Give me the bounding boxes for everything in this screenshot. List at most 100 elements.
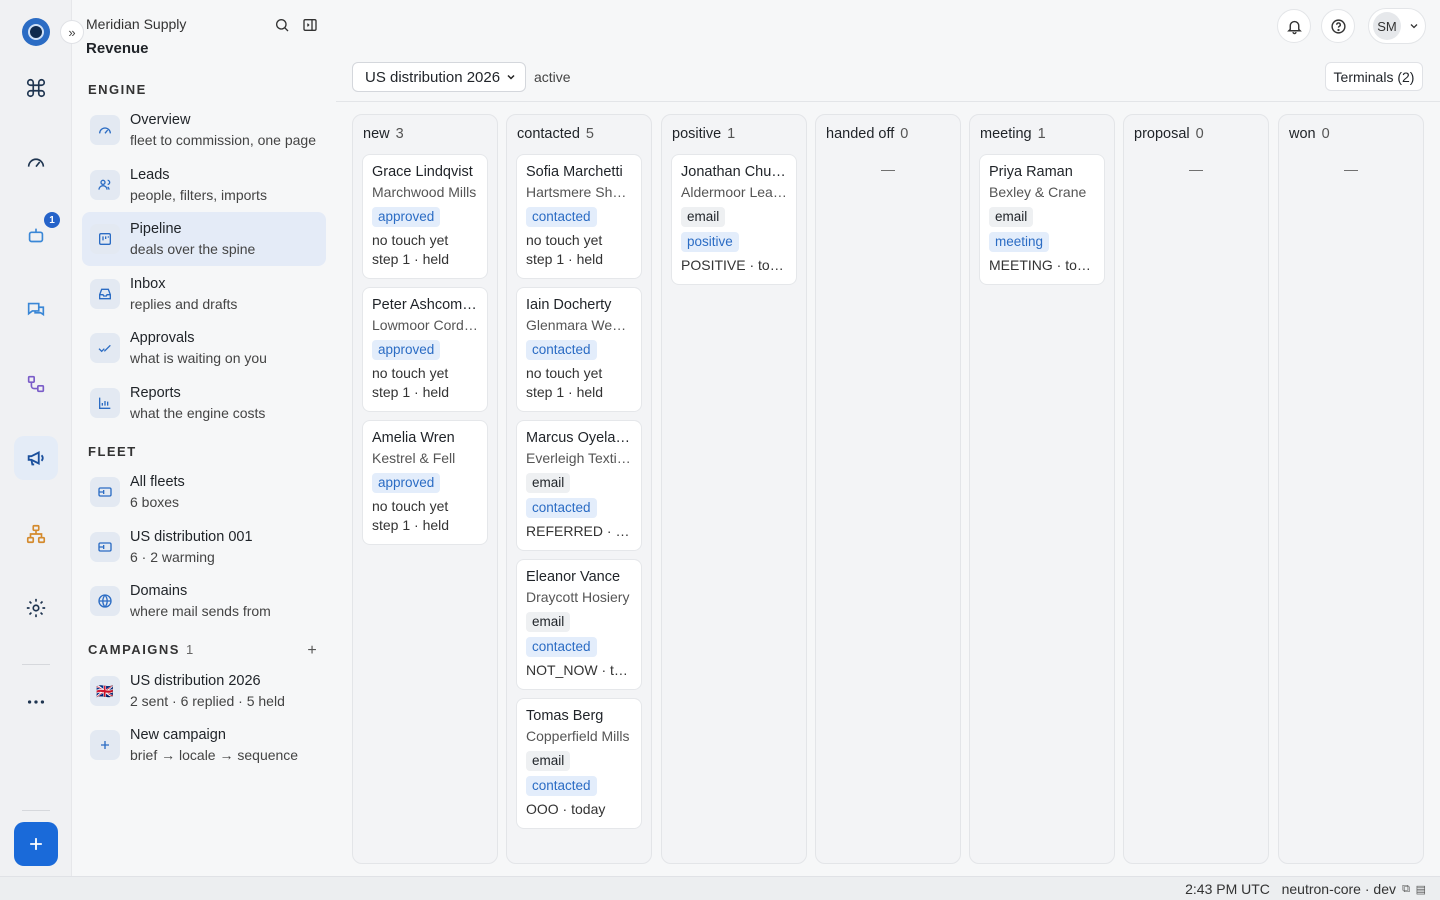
lead-card[interactable]: Grace Lindqvist Marchwood Mills approved… bbox=[362, 154, 488, 279]
user-menu[interactable]: SM bbox=[1368, 8, 1426, 44]
sidebar: Meridian Supply Revenue ENGINE Overview f… bbox=[72, 0, 336, 876]
nav-subtitle: where mail sends from bbox=[130, 602, 271, 619]
more-icon[interactable] bbox=[14, 680, 58, 724]
org-chart-icon[interactable] bbox=[14, 512, 58, 556]
lead-reply: NOT_NOW · today bbox=[526, 662, 632, 678]
command-icon[interactable] bbox=[14, 66, 58, 110]
nav-subtitle: what the engine costs bbox=[130, 404, 266, 421]
nav-title: All fleets bbox=[130, 473, 185, 490]
bell-icon[interactable] bbox=[1277, 9, 1311, 43]
nav-title: US distribution 2026 bbox=[130, 672, 261, 689]
lead-name: Peter Ashcombe bbox=[372, 297, 478, 313]
gauge-icon[interactable] bbox=[14, 140, 58, 184]
status-bar: 2:43 PM UTC neutron-core · dev ⧉ ▤ bbox=[0, 876, 1440, 900]
lead-name: Grace Lindqvist bbox=[372, 164, 473, 180]
add-campaign-icon[interactable]: + bbox=[304, 642, 320, 660]
help-icon[interactable] bbox=[1321, 9, 1355, 43]
lead-card[interactable]: Priya Raman Bexley & Crane email meeting… bbox=[979, 154, 1105, 285]
status-badge: positive bbox=[681, 232, 739, 252]
chevron-down-icon bbox=[507, 74, 515, 80]
flag-icon: 🇬🇧 bbox=[90, 676, 120, 706]
nav-reports[interactable]: Reports what the engine costs bbox=[82, 376, 326, 430]
column-count: 1 bbox=[1037, 126, 1046, 142]
lead-name: Iain Docherty bbox=[526, 297, 612, 313]
megaphone-icon[interactable] bbox=[14, 436, 58, 480]
chevron-down-icon bbox=[1410, 24, 1418, 29]
lead-card[interactable]: Jonathan Chung Aldermoor Leather email p… bbox=[671, 154, 797, 285]
status-badge: contacted bbox=[526, 207, 597, 227]
lead-step: step 1 · held bbox=[372, 384, 450, 400]
nav-subtitle: 6 boxes bbox=[130, 493, 180, 510]
nav-us-distribution-001[interactable]: US distribution 001 6 · 2 warming bbox=[82, 520, 326, 574]
search-icon[interactable] bbox=[271, 14, 293, 36]
column-new: new 3 Grace Lindqvist Marchwood Mills app… bbox=[352, 114, 498, 864]
nav-subtitle: what is waiting on you bbox=[130, 349, 267, 366]
nav-inbox[interactable]: Inbox replies and drafts bbox=[82, 267, 326, 321]
lead-step: step 1 · held bbox=[372, 251, 450, 267]
nav-campaign-us-distribution-2026[interactable]: 🇬🇧 US distribution 2026 2 sent · 6 replie… bbox=[82, 664, 326, 718]
lead-company: Marchwood Mills bbox=[372, 184, 477, 200]
column-contacted: contacted 5 Sofia Marchetti Hartsmere Sho… bbox=[506, 114, 652, 864]
campaign-count: 1 bbox=[185, 642, 194, 657]
check-icon bbox=[90, 333, 120, 363]
lead-name: Sofia Marchetti bbox=[526, 164, 623, 180]
lead-card[interactable]: Peter Ashcombe Lowmoor Cordage approved … bbox=[362, 287, 488, 412]
status-badge: meeting bbox=[989, 232, 1050, 252]
nav-all-fleets[interactable]: All fleets 6 boxes bbox=[82, 465, 326, 519]
nav-overview[interactable]: Overview fleet to commission, one page bbox=[82, 103, 326, 157]
copy-icon[interactable]: ⧉ bbox=[1402, 883, 1410, 896]
group-label: CAMPAIGNS bbox=[88, 642, 180, 657]
lead-card[interactable]: Tomas Berg Copperfield Mills email conta… bbox=[516, 698, 642, 829]
lead-name: Eleanor Vance bbox=[526, 569, 621, 585]
column-name: positive bbox=[672, 126, 722, 142]
lead-card[interactable]: Iain Docherty Glenmara Weavers contacted… bbox=[516, 287, 642, 412]
lead-reply: POSITIVE · today bbox=[681, 257, 787, 273]
lead-card[interactable]: Eleanor Vance Draycott Hosiery email con… bbox=[516, 559, 642, 690]
clipboard-icon[interactable]: ▤ bbox=[1416, 883, 1426, 896]
empty-placeholder: — bbox=[881, 161, 895, 177]
lead-name: Priya Raman bbox=[989, 164, 1073, 180]
campaign-select-value: US distribution 2026 bbox=[365, 68, 501, 86]
server-icon bbox=[90, 477, 120, 507]
column-name: won bbox=[1289, 126, 1316, 142]
plus-icon bbox=[90, 730, 120, 760]
notification-badge: 1 bbox=[44, 212, 60, 228]
lead-card[interactable]: Marcus Oyelaran Everleigh Textiles email… bbox=[516, 420, 642, 551]
lead-reply: OOO · today bbox=[526, 801, 606, 817]
rail-divider bbox=[22, 810, 50, 811]
column-header: handed off 0 bbox=[826, 126, 908, 142]
nav-domains[interactable]: Domains where mail sends from bbox=[82, 574, 326, 628]
status-badge: approved bbox=[372, 340, 441, 360]
campaign-select[interactable]: US distribution 2026 bbox=[352, 62, 526, 92]
create-button[interactable] bbox=[14, 822, 58, 866]
icon-rail: 1 bbox=[0, 0, 72, 876]
expand-sidebar-button[interactable]: » bbox=[60, 20, 84, 44]
chat-icon[interactable] bbox=[14, 288, 58, 332]
settings-icon[interactable] bbox=[14, 586, 58, 630]
column-count: 0 bbox=[1321, 126, 1330, 142]
rail-divider bbox=[22, 664, 50, 665]
lead-touch: no touch yet bbox=[372, 232, 449, 248]
column-header: new 3 bbox=[363, 126, 404, 142]
column-count: 0 bbox=[900, 126, 909, 142]
clock: 2:43 PM UTC bbox=[1185, 881, 1270, 897]
lead-reply: MEETING · today bbox=[989, 257, 1095, 273]
nav-leads[interactable]: Leads people, filters, imports bbox=[82, 158, 326, 212]
nav-subtitle: 6 · 2 warming bbox=[130, 548, 215, 565]
lead-card[interactable]: Sofia Marchetti Hartsmere Shoes contacte… bbox=[516, 154, 642, 279]
lead-card[interactable]: Amelia Wren Kestrel & Fell approved no t… bbox=[362, 420, 488, 545]
nav-new-campaign[interactable]: New campaign brief → locale → sequence bbox=[82, 718, 326, 772]
nav-title: Domains bbox=[130, 582, 188, 599]
channel-badge: email bbox=[526, 612, 571, 632]
status-badge: contacted bbox=[526, 340, 597, 360]
nav-pipeline[interactable]: Pipeline deals over the spine bbox=[82, 212, 326, 266]
channel-badge: email bbox=[681, 207, 726, 227]
server-icon bbox=[90, 532, 120, 562]
collapse-panel-icon[interactable] bbox=[299, 14, 321, 36]
app-logo[interactable] bbox=[22, 18, 50, 46]
flow-icon[interactable] bbox=[14, 362, 58, 406]
nav-approvals[interactable]: Approvals what is waiting on you bbox=[82, 321, 326, 375]
campaign-status: active bbox=[534, 69, 571, 85]
terminals-button[interactable]: Terminals (2) bbox=[1325, 62, 1423, 91]
status-text: 2:43 PM UTC neutron-core · dev bbox=[1185, 881, 1396, 897]
